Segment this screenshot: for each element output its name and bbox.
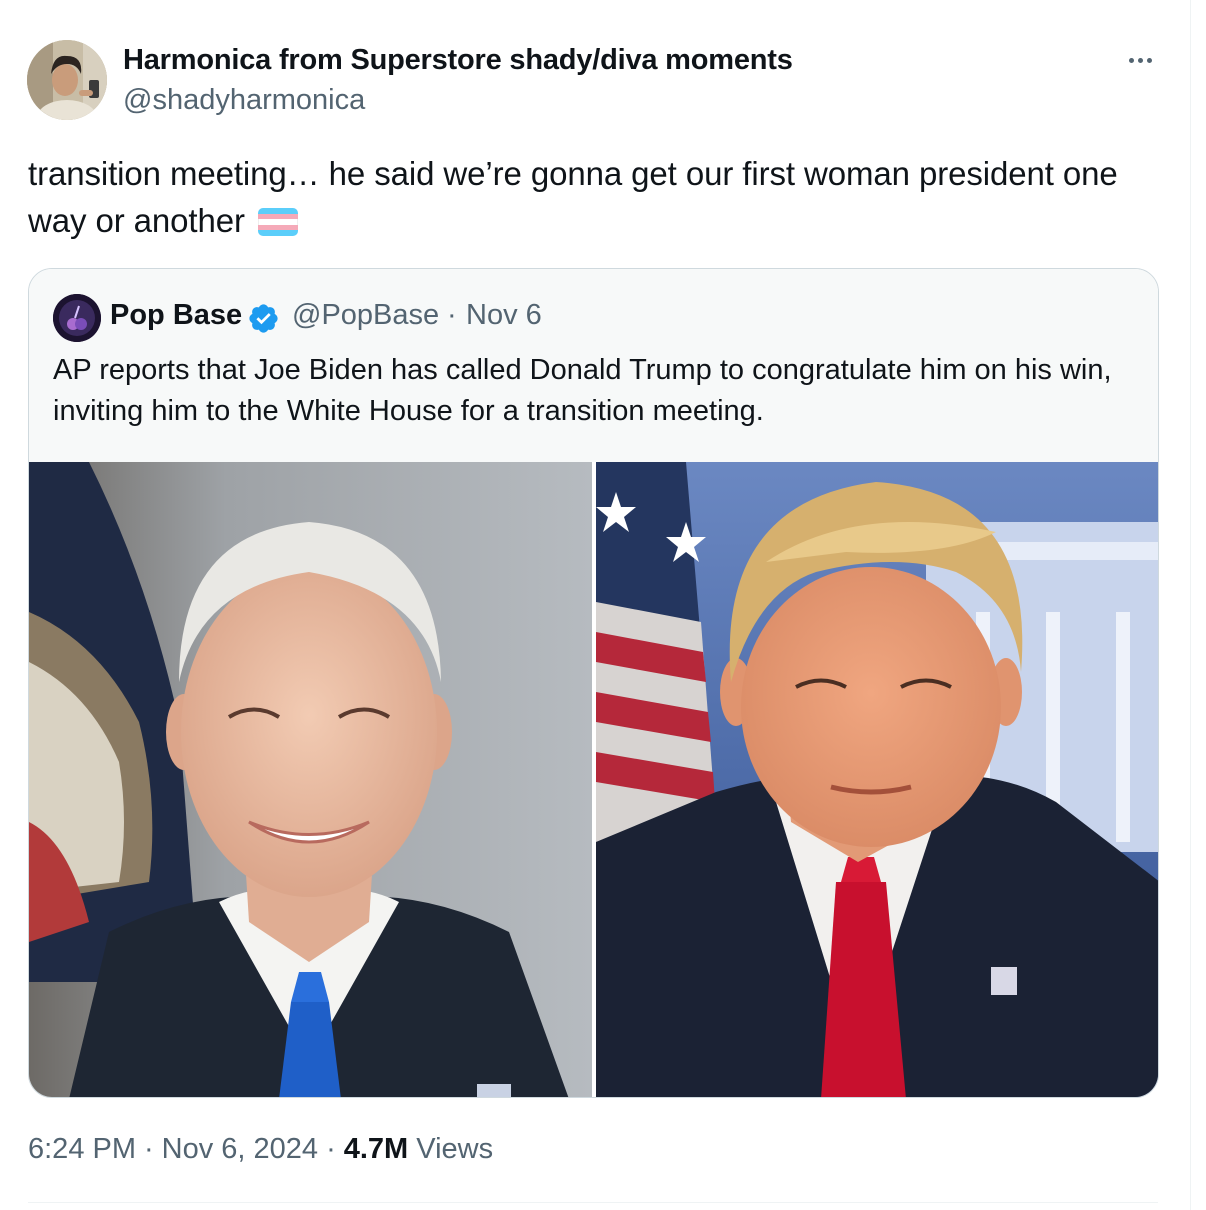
views-label: Views bbox=[416, 1133, 494, 1165]
quoted-tweet-card[interactable]: Pop Base @PopBase · Nov 6 AP reports tha… bbox=[28, 268, 1159, 1098]
tweet-date: Nov 6, 2024 bbox=[161, 1133, 319, 1165]
ellipsis-icon bbox=[1146, 57, 1152, 63]
tweet-text: transition meeting… he said we’re gonna … bbox=[28, 150, 1158, 244]
separator-dot: · bbox=[144, 1133, 154, 1165]
tweet-time: 6:24 PM bbox=[28, 1133, 136, 1165]
column-divider bbox=[1190, 0, 1191, 1210]
author-name[interactable]: Harmonica from Superstore shady/diva mom… bbox=[123, 44, 793, 77]
author-avatar[interactable] bbox=[27, 40, 107, 120]
separator-dot: · bbox=[447, 299, 457, 331]
more-options-button[interactable] bbox=[1118, 44, 1162, 76]
views-link[interactable]: 4.7M Views bbox=[344, 1133, 493, 1165]
biden-portrait-photo[interactable] bbox=[29, 462, 592, 1097]
quoted-author-name[interactable]: Pop Base bbox=[110, 299, 242, 332]
tweet-text-content: transition meeting… he said we’re gonna … bbox=[28, 155, 1118, 239]
quoted-tweet-text: AP reports that Joe Biden has called Don… bbox=[53, 354, 1112, 427]
quoted-author-handle[interactable]: @PopBase bbox=[292, 299, 439, 332]
pop-base-logo-icon bbox=[53, 294, 101, 342]
views-count: 4.7M bbox=[343, 1133, 409, 1165]
separator-dot: · bbox=[326, 1133, 336, 1165]
tweet-time-link[interactable]: 6:24 PM · Nov 6, 2024 bbox=[28, 1133, 318, 1165]
quoted-tweet-date[interactable]: Nov 6 bbox=[466, 299, 542, 332]
quoted-author-avatar[interactable] bbox=[53, 294, 101, 342]
verified-badge-icon bbox=[249, 304, 278, 333]
biden-portrait-image bbox=[29, 462, 592, 1097]
tweet-metadata: 6:24 PM · Nov 6, 2024 · 4.7M Views bbox=[28, 1133, 493, 1166]
trump-portrait-photo[interactable] bbox=[596, 462, 1158, 1097]
bottom-divider bbox=[28, 1202, 1158, 1203]
transgender-flag-icon bbox=[257, 208, 298, 236]
trump-portrait-image bbox=[596, 462, 1158, 1097]
ellipsis-icon bbox=[1137, 57, 1143, 63]
ellipsis-icon bbox=[1128, 57, 1134, 63]
author-handle[interactable]: @shadyharmonica bbox=[123, 84, 365, 117]
avatar-photo bbox=[27, 40, 107, 120]
